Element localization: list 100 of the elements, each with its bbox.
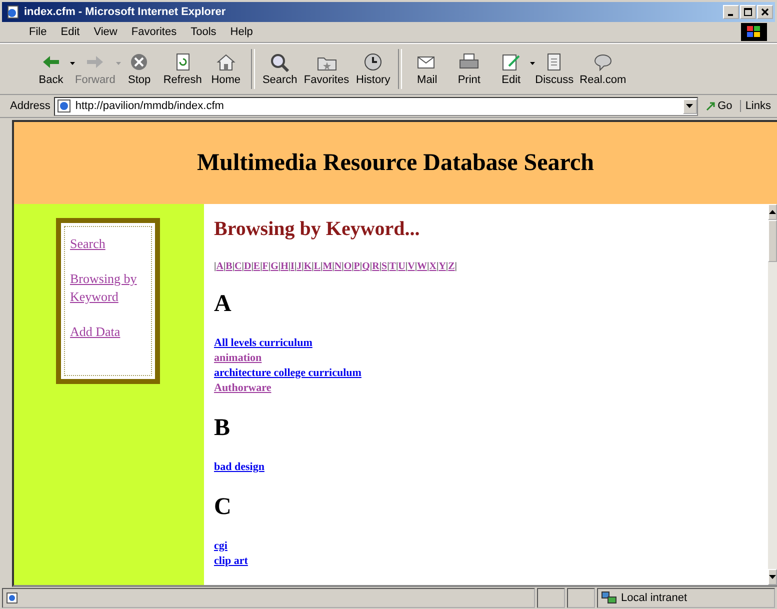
toolbar-button[interactable]: Stop [118,52,160,86]
go-button[interactable]: Go [702,100,736,112]
separator: | [342,261,344,272]
separator: | [405,261,408,272]
keyword-link[interactable]: Authorware [214,381,272,396]
letter-link[interactable]: I [290,261,294,272]
toolbar-button[interactable]: Print [448,52,490,86]
letter-link[interactable]: Z [448,261,455,272]
toolbar-button[interactable]: Favorites [300,52,352,86]
address-label: Address [10,100,50,112]
history-icon [362,52,384,72]
nav-link[interactable]: Add Data [70,323,146,341]
letter-link[interactable]: H [280,261,288,272]
separator: | [214,261,216,272]
letter-link[interactable]: X [429,261,436,272]
separator: | [260,261,262,272]
toolbar-button[interactable]: History [352,52,394,86]
address-field[interactable]: http://pavilion/mmdb/index.cfm [54,96,698,116]
close-icon [761,8,769,16]
links-button[interactable]: Links [740,100,775,112]
letter-link[interactable]: C [234,261,242,272]
letter-link[interactable]: F [262,261,268,272]
separator: | [360,261,362,272]
menu-item[interactable]: Tools [186,25,222,39]
letter-link[interactable]: G [270,261,278,272]
house-icon [214,52,237,72]
minimize-button[interactable] [723,5,739,19]
network-icon [601,591,617,605]
arrow-icon [706,101,716,111]
keyword-link[interactable]: All levels curriculum [214,336,312,351]
keyword-link[interactable]: animation [214,351,262,366]
page-heading: Browsing by Keyword... [214,218,421,241]
caret-icon [686,104,694,108]
page-title: Multimedia Resource Database Search [196,150,594,176]
menu-item[interactable]: Help [225,25,258,39]
letter-link[interactable]: S [382,261,388,272]
letter-link[interactable]: R [372,261,380,272]
section-heading: A [214,290,232,318]
letter-link[interactable]: J [296,261,302,272]
separator: | [396,261,398,272]
scrollbar[interactable] [768,204,777,585]
status-pane [567,588,595,608]
down-arrow-icon [769,575,776,579]
separator: | [268,261,271,272]
nav-link[interactable]: Browsing by Keyword [70,270,146,306]
scroll-up-button[interactable] [768,204,777,220]
menu-item[interactable]: Edit [56,25,85,39]
separator: | [251,261,254,272]
toolbar-button[interactable]: Search [258,52,301,86]
separator: | [288,261,291,272]
status-pane [537,588,565,608]
maximize-button[interactable] [740,5,756,19]
letter-link[interactable]: N [334,261,342,272]
up-arrow-icon [769,210,776,214]
toolbar-button[interactable]: Mail [406,52,448,86]
menu-item[interactable]: Favorites [126,25,182,39]
keyword-link[interactable]: bad design [214,460,264,475]
scroll-thumb[interactable] [768,220,777,262]
letter-link[interactable]: T [389,261,396,272]
letter-link[interactable]: D [244,261,252,272]
edit-icon [500,52,522,72]
letter-link[interactable]: A [216,261,224,272]
speech-bubble-icon [592,52,614,72]
toolbar-button[interactable]: Discuss [532,52,577,86]
section-heading: B [214,414,232,442]
separator: | [387,261,390,272]
menu-item[interactable]: View [88,25,122,39]
letter-link[interactable]: Y [438,261,446,272]
close-button[interactable] [757,5,773,19]
separator: | [427,261,430,272]
toolbar-button[interactable]: Home [204,52,247,86]
letter-link[interactable]: M [322,261,332,272]
dropdown-button[interactable] [682,98,697,114]
letter-link[interactable]: L [314,261,321,272]
separator: | [242,261,244,272]
section-heading: C [214,493,232,521]
zone-label: Local intranet [621,592,688,604]
letter-link[interactable]: Q [362,261,370,272]
keyword-link[interactable]: architecture college curriculum [214,366,362,381]
keyword-link[interactable]: cgi [214,539,228,554]
letter-link[interactable]: V [408,261,415,272]
letter-link[interactable]: B [226,261,232,272]
toolbar-button[interactable]: Back [30,52,72,86]
letter-link[interactable]: K [304,261,312,272]
separator: | [454,261,457,272]
separator: | [332,261,334,272]
letter-link[interactable]: U [398,261,406,272]
toolbar-button[interactable]: Real.com [576,52,630,86]
toolbar-button[interactable]: Refresh [160,52,205,86]
keyword-link[interactable]: clip art [214,554,248,569]
nav-link[interactable]: Search [70,235,146,253]
menu-item[interactable]: File [24,25,52,39]
letter-link[interactable]: W [417,261,428,272]
letter-link[interactable]: O [344,261,352,272]
letter-link[interactable]: E [253,261,260,272]
scroll-down-button[interactable] [768,569,777,585]
separator: | [320,261,323,272]
letter-link[interactable]: P [354,261,360,272]
toolbar-button[interactable]: Edit [490,52,532,86]
page-icon [6,592,18,604]
